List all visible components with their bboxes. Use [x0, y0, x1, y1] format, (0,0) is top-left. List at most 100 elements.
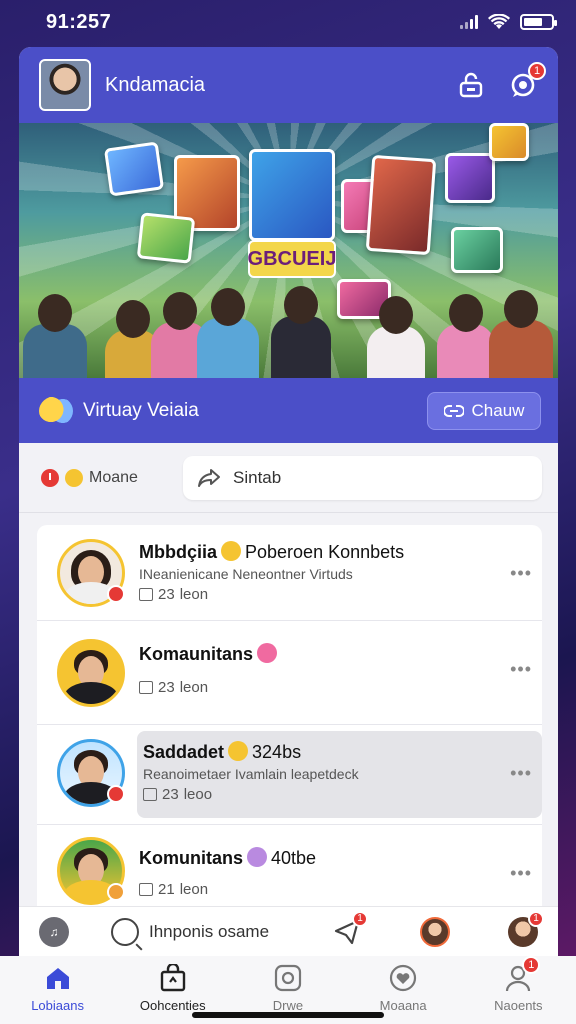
- member-avatar[interactable]: [57, 639, 125, 707]
- camera-icon: [274, 964, 302, 992]
- music-icon[interactable]: ♫: [39, 916, 69, 947]
- banner-crowd: [19, 283, 558, 378]
- member-extra: 40tbe: [271, 848, 317, 868]
- mode-selector[interactable]: Moane: [41, 468, 169, 487]
- crowd-person: [437, 294, 495, 378]
- crowd-person: [271, 286, 331, 378]
- room-bar: Virtuay Veiaia Chauw: [19, 378, 558, 443]
- tab-profile[interactable]: 1 Naoents: [468, 956, 568, 1013]
- comment-label: leon: [179, 679, 209, 696]
- tab-home[interactable]: Lobiaans: [8, 964, 108, 1013]
- lock-icon: [459, 72, 483, 98]
- feed-item[interactable]: Mbbdçiia Poberoen Konnbets INeanienicane …: [37, 525, 542, 621]
- member-avatar[interactable]: [57, 739, 125, 807]
- online-badge: [107, 883, 125, 901]
- member-name: Mbbdçiia: [139, 542, 218, 562]
- search-field[interactable]: Ihnponis osame: [111, 917, 301, 946]
- feed-item-meta: 23 leoo: [143, 786, 502, 803]
- comment-icon: [139, 588, 153, 601]
- profile-icon: 1: [504, 956, 541, 992]
- banner-tile: [136, 212, 196, 264]
- member-avatar[interactable]: [57, 539, 125, 607]
- search-icon: [111, 917, 139, 946]
- community-card: Kndamacia 1 GBCUEIJ Virtuay Veiaia Chauw…: [19, 47, 558, 957]
- feed-item-content: Saddadet 324bs Reanoimetaer Ivamlain leap…: [143, 741, 502, 803]
- more-options-icon[interactable]: •••: [510, 863, 532, 884]
- tab-label: Lobiaans: [31, 998, 84, 1013]
- status-bar: 91:257: [0, 0, 576, 44]
- online-badge: [107, 585, 125, 603]
- more-options-icon[interactable]: •••: [510, 763, 532, 784]
- header-title: Kndamacia: [105, 73, 206, 96]
- feed-item[interactable]: Komaunitans 23 leon •••: [37, 621, 542, 725]
- tab-favorites[interactable]: Moaana: [353, 964, 453, 1013]
- member-avatar[interactable]: [57, 837, 125, 905]
- alert-icon: [41, 468, 59, 487]
- tab-label: Drwe: [272, 998, 304, 1013]
- smiley-icon: [228, 741, 249, 761]
- tab-label: Naoents: [494, 998, 543, 1013]
- feed-item-subtitle: INeanienicane Neneontner Virtuds: [139, 566, 353, 582]
- lock-button[interactable]: [454, 68, 488, 102]
- feed-item-meta: 23 leon: [139, 679, 502, 696]
- tab-store[interactable]: Oohcenties: [123, 964, 223, 1013]
- member-name: Komunitans: [139, 848, 244, 868]
- heart-icon: [389, 964, 417, 992]
- member-name: Komaunitans: [139, 644, 254, 664]
- share-icon: [198, 468, 220, 487]
- battery-icon: [520, 14, 557, 30]
- comment-count: 21: [158, 881, 175, 898]
- signal-icon: [460, 15, 478, 29]
- avatar-photo: [57, 639, 125, 707]
- tab-camera[interactable]: Drwe: [238, 964, 338, 1013]
- filter-row: Moane Sintab: [19, 443, 558, 513]
- more-options-icon[interactable]: •••: [510, 659, 532, 680]
- feed-item[interactable]: Komunitans 40tbe 21 leon •••: [37, 825, 542, 917]
- profile-badge: 1: [528, 910, 544, 927]
- feed-item[interactable]: Saddadet 324bs Reanoimetaer Ivamlain leap…: [37, 725, 542, 825]
- share-label: Sintab: [233, 467, 282, 487]
- profile-avatar[interactable]: 1: [508, 910, 544, 947]
- tab-label: Moaana: [379, 998, 427, 1013]
- member-extra: 324bs: [252, 742, 302, 762]
- feed-item-content: Komaunitans 23 leon: [139, 643, 502, 696]
- comment-count: 23: [158, 586, 175, 603]
- wifi-icon: [488, 14, 510, 29]
- member-name: Saddadet: [143, 742, 225, 762]
- friend-avatar[interactable]: [420, 916, 450, 947]
- feed-item-subtitle: Reanoimetaer Ivamlain leapetdeck: [143, 766, 359, 782]
- banner-tile: [249, 149, 335, 241]
- chat-button[interactable]: Chauw: [427, 391, 541, 430]
- banner-tile: [445, 153, 495, 203]
- messages-button[interactable]: 1: [332, 910, 368, 947]
- messages-badge: 1: [352, 910, 368, 927]
- feed-item-title: Saddadet 324bs: [143, 741, 502, 763]
- crowd-person: [23, 294, 87, 378]
- feed-item-content: Mbbdçiia Poberoen Konnbets INeanienicane …: [139, 541, 502, 603]
- feed-item-title: Komaunitans: [139, 643, 502, 665]
- more-options-icon[interactable]: •••: [510, 563, 532, 584]
- member-extra: Poberoen Konnbets: [245, 542, 405, 562]
- app-header: Kndamacia 1: [19, 47, 558, 123]
- alien-icon: [247, 847, 268, 867]
- smiley-icon: [221, 541, 242, 561]
- crowd-person: [367, 296, 425, 378]
- banner-tile: [103, 141, 165, 197]
- share-field[interactable]: Sintab: [183, 455, 542, 500]
- header-avatar[interactable]: [39, 59, 91, 111]
- notifications-button[interactable]: 1: [506, 62, 546, 102]
- tab-label: Oohcenties: [139, 998, 206, 1013]
- smiley-icon: [39, 395, 73, 426]
- online-badge: [107, 785, 125, 803]
- avatar: [420, 916, 450, 947]
- comment-label: leon: [179, 881, 209, 898]
- banner-title: GBCUEIJ: [248, 240, 336, 278]
- hero-banner[interactable]: GBCUEIJ: [19, 123, 558, 378]
- compose-actions: 1 1: [332, 910, 546, 947]
- profile-tab-badge: 1: [522, 956, 541, 974]
- feed-item-meta: 23 leon: [139, 586, 502, 603]
- feed-item-title: Komunitans 40tbe: [139, 847, 502, 869]
- comment-icon: [139, 681, 153, 694]
- feed-item-meta: 21 leon: [139, 881, 502, 898]
- home-indicator: [192, 1012, 384, 1018]
